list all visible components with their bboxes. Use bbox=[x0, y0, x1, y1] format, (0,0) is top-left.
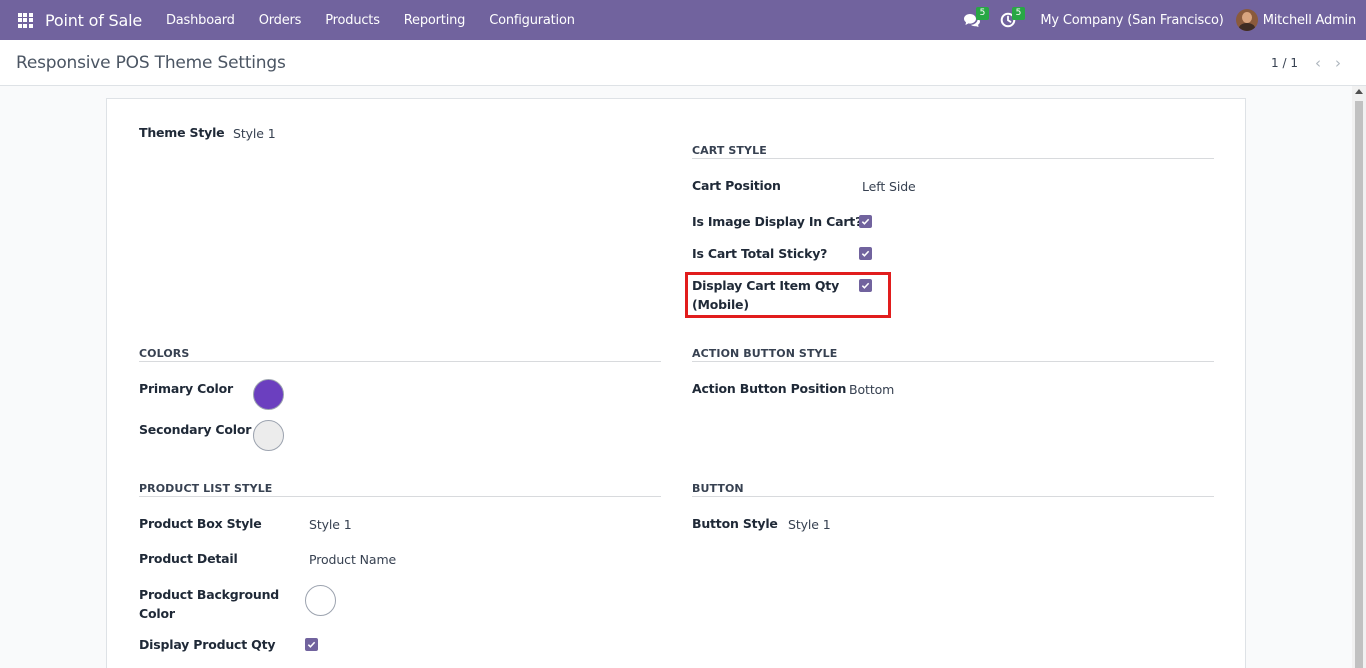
scroll-thumb[interactable] bbox=[1355, 101, 1363, 668]
chevron-left-icon[interactable]: ‹ bbox=[1308, 54, 1328, 72]
secondary-color-label: Secondary Color bbox=[139, 422, 252, 437]
image-in-cart-label: Is Image Display In Cart? bbox=[692, 214, 863, 229]
company-switcher[interactable]: My Company (San Francisco) bbox=[1026, 13, 1235, 28]
check-icon bbox=[861, 218, 870, 225]
product-background-color-label-line2: Color bbox=[139, 606, 175, 621]
page-title: Responsive POS Theme Settings bbox=[16, 52, 286, 73]
display-product-qty-label: Display Product Qty bbox=[139, 637, 276, 652]
control-panel: Responsive POS Theme Settings 1 / 1 ‹ › bbox=[0, 40, 1366, 86]
product-background-color-label: Product Background Color bbox=[139, 585, 279, 623]
menu-products[interactable]: Products bbox=[313, 0, 392, 40]
button-divider bbox=[692, 496, 1214, 497]
messages-badge: 5 bbox=[975, 7, 990, 20]
product-detail-field[interactable]: Product Name bbox=[309, 552, 396, 567]
product-list-style-section-title: PRODUCT LIST STYLE bbox=[139, 482, 273, 495]
scroll-up-arrow-icon[interactable] bbox=[1355, 89, 1363, 94]
product-detail-label: Product Detail bbox=[139, 551, 238, 566]
cart-style-section-title: CART STYLE bbox=[692, 144, 767, 157]
apps-menu-icon[interactable] bbox=[5, 0, 45, 40]
menu-configuration[interactable]: Configuration bbox=[477, 0, 587, 40]
user-menu[interactable]: Mitchell Admin bbox=[1235, 9, 1366, 31]
primary-color-swatch[interactable] bbox=[253, 379, 284, 410]
product-background-color-label-line1: Product Background bbox=[139, 587, 280, 602]
cart-position-label: Cart Position bbox=[692, 178, 781, 193]
cart-position-field[interactable]: Left Side bbox=[862, 179, 916, 194]
cart-total-sticky-label: Is Cart Total Sticky? bbox=[692, 246, 828, 261]
display-cart-item-qty-label-line1: Display Cart Item Qty bbox=[692, 278, 840, 293]
messages-button[interactable]: 5 bbox=[954, 0, 990, 40]
display-product-qty-checkbox[interactable] bbox=[305, 638, 318, 651]
product-box-style-label: Product Box Style bbox=[139, 516, 262, 531]
check-icon bbox=[861, 250, 870, 257]
primary-color-label: Primary Color bbox=[139, 381, 233, 396]
theme-style-label: Theme Style bbox=[139, 125, 225, 140]
menu-dashboard[interactable]: Dashboard bbox=[154, 0, 247, 40]
button-section-title: BUTTON bbox=[692, 482, 744, 495]
menu-orders[interactable]: Orders bbox=[247, 0, 314, 40]
activities-badge: 5 bbox=[1011, 7, 1026, 20]
button-style-field[interactable]: Style 1 bbox=[788, 517, 831, 532]
check-icon bbox=[307, 641, 316, 648]
secondary-color-swatch[interactable] bbox=[253, 420, 284, 451]
cart-style-divider bbox=[692, 158, 1214, 159]
image-in-cart-checkbox[interactable] bbox=[859, 215, 872, 228]
theme-style-field[interactable]: Style 1 bbox=[233, 126, 276, 141]
check-icon bbox=[861, 282, 870, 289]
menu-reporting[interactable]: Reporting bbox=[392, 0, 477, 40]
scrollbar[interactable] bbox=[1352, 86, 1366, 668]
avatar bbox=[1235, 9, 1258, 31]
product-background-color-swatch[interactable] bbox=[305, 585, 336, 616]
user-name: Mitchell Admin bbox=[1262, 12, 1357, 28]
pager: 1 / 1 ‹ › bbox=[1271, 54, 1348, 72]
display-cart-item-qty-checkbox[interactable] bbox=[859, 279, 872, 292]
pager-value[interactable]: 1 / 1 bbox=[1271, 56, 1298, 70]
action-button-position-label: Action Button Position bbox=[692, 381, 847, 396]
action-button-style-divider bbox=[692, 361, 1214, 362]
product-box-style-field[interactable]: Style 1 bbox=[309, 517, 352, 532]
display-cart-item-qty-label: Display Cart Item Qty (Mobile) bbox=[692, 276, 839, 314]
activities-button[interactable]: 5 bbox=[990, 0, 1026, 40]
button-style-label: Button Style bbox=[692, 516, 778, 531]
cart-total-sticky-checkbox[interactable] bbox=[859, 247, 872, 260]
form-sheet: Theme Style Style 1 CART STYLE Cart Posi… bbox=[106, 98, 1246, 668]
top-navbar: Point of Sale Dashboard Orders Products … bbox=[0, 0, 1366, 40]
colors-section-title: COLORS bbox=[139, 347, 190, 360]
app-brand[interactable]: Point of Sale bbox=[45, 11, 142, 30]
action-button-style-section-title: ACTION BUTTON STYLE bbox=[692, 347, 838, 360]
product-list-style-divider bbox=[139, 496, 661, 497]
colors-divider bbox=[139, 361, 661, 362]
action-button-position-field[interactable]: Bottom bbox=[849, 382, 894, 397]
chevron-right-icon[interactable]: › bbox=[1328, 54, 1348, 72]
display-cart-item-qty-label-line2: (Mobile) bbox=[692, 297, 749, 312]
